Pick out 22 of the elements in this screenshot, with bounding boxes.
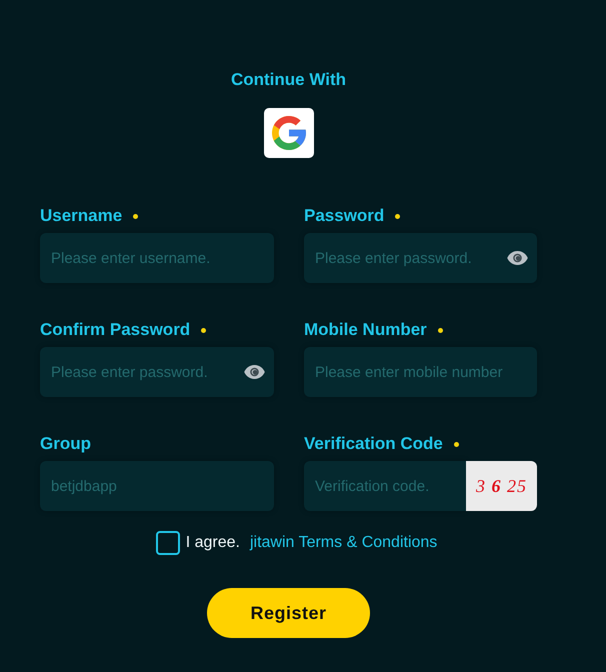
text-input-field[interactable]: Please enter mobile number bbox=[304, 347, 537, 397]
field-label: Verification Code bbox=[304, 434, 443, 454]
agree-checkbox[interactable] bbox=[156, 531, 180, 555]
section-title: Continue With bbox=[230, 70, 346, 90]
register-button[interactable]: Register bbox=[207, 588, 370, 638]
field-label: Confirm Password bbox=[40, 320, 190, 340]
field-label: Mobile Number bbox=[304, 320, 427, 340]
eye-icon[interactable] bbox=[507, 251, 528, 265]
field-label: Password bbox=[304, 206, 384, 226]
verification-code-field[interactable]: Verification code. bbox=[304, 461, 466, 511]
social-login-button[interactable] bbox=[264, 108, 314, 158]
field-label: Username bbox=[40, 206, 122, 226]
field-label: Group bbox=[40, 434, 91, 454]
agree-text: I agree. bbox=[186, 534, 240, 552]
terms-link[interactable]: jitawin Terms & Conditions bbox=[250, 534, 438, 552]
text-input-field[interactable]: betjdbapp bbox=[40, 461, 274, 511]
g-logo-icon bbox=[272, 116, 306, 150]
text-input-field[interactable]: Please enter username. bbox=[40, 233, 274, 283]
password-field[interactable]: Please enter password. bbox=[40, 347, 274, 397]
captcha-image: 3 6 25 bbox=[466, 461, 537, 511]
password-field[interactable]: Please enter password. bbox=[304, 233, 537, 283]
eye-icon[interactable] bbox=[244, 365, 265, 379]
